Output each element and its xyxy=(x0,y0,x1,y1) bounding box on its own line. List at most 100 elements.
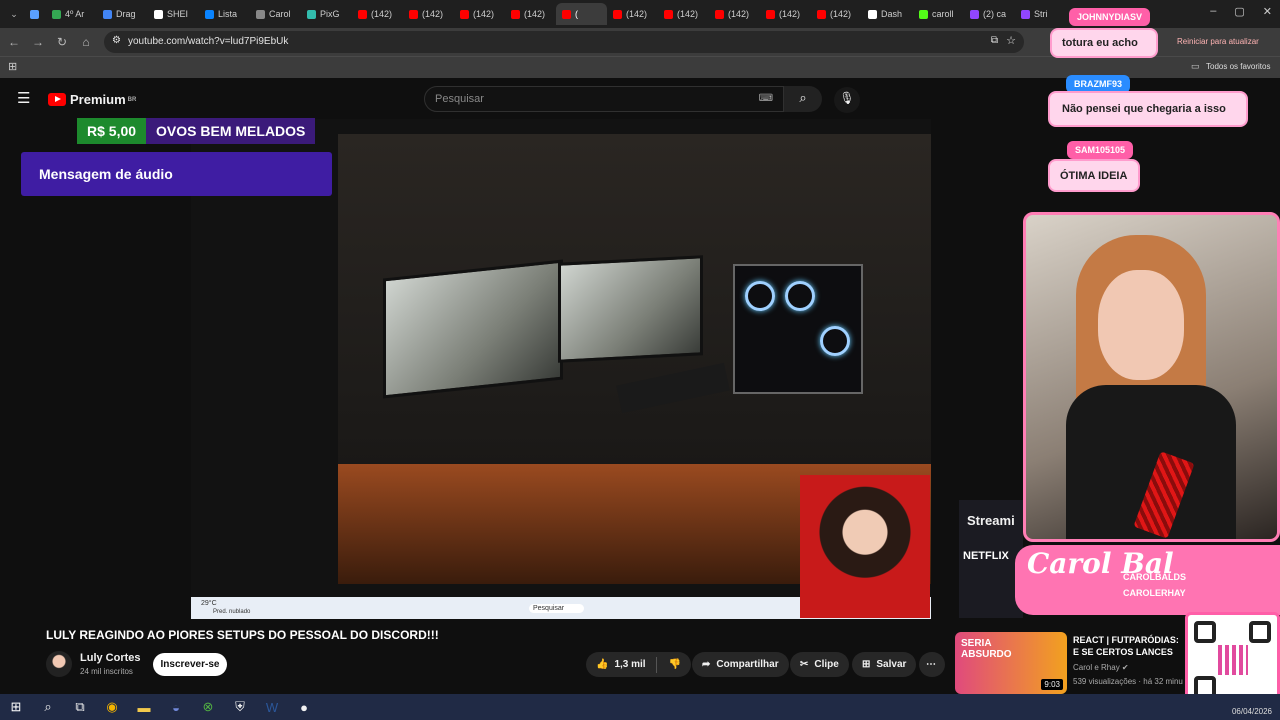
browser-tab[interactable]: (142) xyxy=(658,3,709,25)
tab-label: Carol xyxy=(269,9,291,19)
recommended-views: 539 visualizações · há 32 minu xyxy=(1073,677,1183,686)
tab-favicon-icon xyxy=(103,9,112,19)
file-explorer-icon[interactable]: ▬ xyxy=(128,700,160,715)
obs-icon[interactable]: ● xyxy=(288,700,320,715)
recommended-channel[interactable]: Carol e Rhay ✔ xyxy=(1073,663,1129,672)
url-field[interactable]: ⚙ youtube.com/watch?v=lud7Pi9EbUk ⧉ ☆ xyxy=(104,31,1024,53)
tab-label: (2) ca xyxy=(983,9,1007,19)
task-view-icon[interactable]: ⧉ xyxy=(64,699,96,715)
tab-favicon-icon xyxy=(154,9,163,19)
subscribe-button[interactable]: Inscrever-se xyxy=(153,653,227,676)
browser-tab[interactable]: Drag xyxy=(97,3,148,25)
tab-label: (142) xyxy=(677,9,699,19)
browser-tab[interactable]: (2) ca xyxy=(964,3,1015,25)
browser-tab[interactable]: (142) xyxy=(811,3,862,25)
browser-tab[interactable]: Carol xyxy=(250,3,301,25)
tab-label: ( xyxy=(575,9,578,19)
browser-tab[interactable] xyxy=(24,3,46,25)
xbox-icon[interactable]: ⊗ xyxy=(192,699,224,715)
browser-tab[interactable]: SHEI xyxy=(148,3,199,25)
apps-grid-icon[interactable]: ⊞ xyxy=(8,60,17,73)
tab-label: (142) xyxy=(371,9,393,19)
browser-tab[interactable]: 4º Ar xyxy=(46,3,97,25)
browser-tab[interactable]: Dash xyxy=(862,3,913,25)
clip-button[interactable]: ✂ Clipe xyxy=(790,652,849,677)
tab-favicon-icon xyxy=(970,9,979,19)
bookmark-star-icon[interactable]: ☆ xyxy=(1006,34,1016,47)
tab-favicon-icon xyxy=(919,9,928,19)
super-chat-message: OVOS BEM MELADOS xyxy=(146,118,316,144)
chrome-icon[interactable]: ◉ xyxy=(96,699,128,715)
youtube-play-icon xyxy=(48,93,66,106)
favorites-folder-icon[interactable]: ▭ xyxy=(1191,61,1200,72)
audio-message-box: Mensagem de áudio xyxy=(21,152,332,196)
voice-search-button[interactable]: 🎙 xyxy=(834,87,860,113)
search-icon[interactable]: ⌕ xyxy=(32,699,64,715)
reload-icon[interactable]: ↻ xyxy=(50,35,74,49)
search-input[interactable]: Pesquisar ⌨ xyxy=(424,86,784,112)
tab-favicon-icon xyxy=(409,9,418,19)
tab-label: caroll xyxy=(932,9,954,19)
browser-tab[interactable]: Stri xyxy=(1015,3,1066,25)
install-app-icon[interactable]: ⧉ xyxy=(991,35,998,46)
browser-tab[interactable]: (142) xyxy=(454,3,505,25)
social-x-handle: CAROLBALDS xyxy=(1123,572,1186,582)
search-placeholder: Pesquisar xyxy=(435,93,484,105)
inner-weather: 29°C xyxy=(201,600,217,607)
share-button[interactable]: ➦ Compartilhar xyxy=(692,652,789,677)
browser-tab[interactable]: ( xyxy=(556,3,607,25)
pc-case xyxy=(733,264,863,394)
url-text: youtube.com/watch?v=lud7Pi9EbUk xyxy=(128,36,289,47)
maximize-icon[interactable]: ▢ xyxy=(1234,5,1244,18)
browser-tab[interactable]: PixG xyxy=(301,3,352,25)
tab-search-icon[interactable]: ⌄ xyxy=(4,9,24,20)
taskbar-date: 06/04/2026 xyxy=(1231,707,1272,716)
thumbs-down-icon[interactable]: 👎 xyxy=(669,659,681,670)
tab-favicon-icon xyxy=(30,9,39,19)
channel-name[interactable]: Luly Cortes xyxy=(80,652,141,664)
netflix-logo: NETFLIX xyxy=(963,550,1009,562)
channel-avatar[interactable] xyxy=(46,651,72,677)
streaming-label: Streami xyxy=(967,513,1015,528)
browser-tab[interactable]: (142) xyxy=(403,3,454,25)
browser-tab[interactable]: (142) xyxy=(709,3,760,25)
security-icon[interactable]: ⛨ xyxy=(224,699,256,715)
tab-label: (142) xyxy=(524,9,546,19)
like-button[interactable]: 👍 1,3 mil 👎 xyxy=(586,652,692,677)
menu-icon[interactable]: ☰ xyxy=(17,89,30,107)
keyboard-icon[interactable]: ⌨ xyxy=(759,93,773,104)
search-button[interactable]: ⌕ xyxy=(784,86,822,112)
browser-tab[interactable]: (142) xyxy=(607,3,658,25)
discord-icon[interactable]: ◒ xyxy=(160,700,192,715)
browser-tab[interactable]: (142) xyxy=(760,3,811,25)
video-duration: 9:03 xyxy=(1041,679,1063,690)
back-icon[interactable]: ← xyxy=(2,35,26,49)
more-actions-button[interactable]: ⋯ xyxy=(919,652,945,677)
close-window-icon[interactable]: ✕ xyxy=(1263,5,1272,18)
recommended-title[interactable]: REACT | FUTPARÓDIAS: E SE CERTOS LANCES … xyxy=(1073,634,1185,658)
word-icon[interactable]: W xyxy=(256,700,288,715)
start-icon[interactable]: ⊞ xyxy=(0,699,32,715)
browser-tab[interactable]: Lista xyxy=(199,3,250,25)
youtube-logo[interactable]: Premium BR xyxy=(48,92,136,107)
chat-message-2: Não pensei que chegaria a isso xyxy=(1048,91,1248,127)
more-icon: ⋯ xyxy=(926,659,936,670)
tab-label: (142) xyxy=(728,9,750,19)
all-favorites-link[interactable]: Todos os favoritos xyxy=(1206,62,1270,71)
restart-update-button[interactable]: Reiniciar para atualizar xyxy=(1177,37,1259,46)
browser-tab[interactable]: (142) xyxy=(505,3,556,25)
browser-tab[interactable]: (142) xyxy=(352,3,403,25)
tab-label: (142) xyxy=(626,9,648,19)
tab-label: (142) xyxy=(830,9,852,19)
recommended-thumbnail[interactable]: SERIA ABSURDO 9:03 xyxy=(955,632,1067,694)
site-info-icon[interactable]: ⚙ xyxy=(112,35,121,46)
save-button[interactable]: ⊞ Salvar xyxy=(852,652,917,677)
tab-label: (142) xyxy=(779,9,801,19)
home-icon[interactable]: ⌂ xyxy=(74,35,98,49)
browser-tab[interactable]: caroll xyxy=(913,3,964,25)
minimize-icon[interactable]: – xyxy=(1210,5,1216,18)
window-controls: – ▢ ✕ xyxy=(1210,5,1272,18)
forward-icon[interactable]: → xyxy=(26,35,50,49)
save-label: Salvar xyxy=(876,659,907,670)
region-label: BR xyxy=(127,96,137,103)
